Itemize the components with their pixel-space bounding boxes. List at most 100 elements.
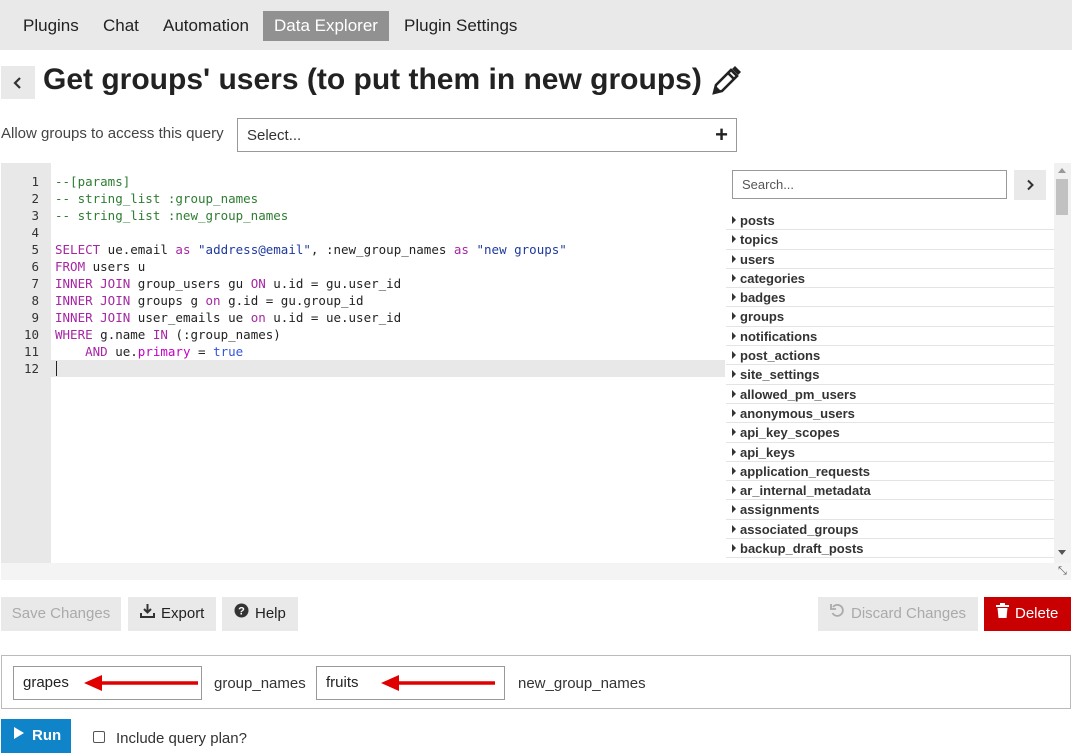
schema-table-name: application_requests bbox=[740, 463, 871, 479]
schema-table-name: topics bbox=[740, 232, 779, 248]
query-plan-label[interactable]: Include query plan? bbox=[116, 730, 247, 747]
schema-table-name: anonymous_users bbox=[740, 405, 855, 421]
caret-right-icon bbox=[732, 486, 736, 495]
new-group-names-value: fruits bbox=[326, 674, 359, 691]
play-icon bbox=[13, 719, 25, 753]
run-button[interactable]: Run bbox=[1, 719, 71, 753]
line-number: 10 bbox=[23, 327, 39, 342]
schema-table-item[interactable]: topics bbox=[726, 230, 1054, 250]
code-line: FROM users u bbox=[55, 259, 146, 274]
schema-table-item[interactable]: categories bbox=[726, 269, 1054, 289]
caret-right-icon bbox=[732, 524, 736, 533]
schema-table-name: ar_internal_metadata bbox=[740, 483, 871, 499]
schema-table-item[interactable]: backup_draft_posts bbox=[726, 539, 1054, 559]
delete-button[interactable]: Delete bbox=[984, 597, 1071, 631]
schema-table-item[interactable]: notifications bbox=[726, 327, 1054, 347]
line-number: 11 bbox=[23, 344, 39, 359]
page-title: Get groups' users (to put them in new gr… bbox=[43, 63, 702, 96]
line-number: 4 bbox=[31, 225, 39, 240]
line-number: 1 bbox=[31, 174, 39, 189]
code-line: -- string_list :new_group_names bbox=[55, 208, 289, 223]
schema-table-name: site_settings bbox=[740, 367, 820, 383]
annotation-arrow-icon bbox=[84, 675, 198, 691]
schema-table-item[interactable]: groups bbox=[726, 307, 1054, 327]
schema-panel: Search... posts topics users categories badg… bbox=[726, 163, 1071, 563]
tab-plugins[interactable]: Plugins bbox=[12, 11, 90, 41]
schema-table-list: posts topics users categories badges groups no… bbox=[726, 211, 1054, 559]
schema-table-item[interactable]: assignments bbox=[726, 500, 1054, 520]
schema-table-item[interactable]: post_actions bbox=[726, 346, 1054, 366]
resize-handle-icon[interactable]: ⤡ bbox=[1058, 565, 1067, 578]
schema-table-name: backup_draft_posts bbox=[740, 541, 864, 557]
line-number: 7 bbox=[31, 276, 39, 291]
scroll-up-icon[interactable] bbox=[1058, 168, 1066, 173]
schema-table-item[interactable]: api_keys bbox=[726, 443, 1054, 462]
scroll-down-icon[interactable] bbox=[1058, 550, 1066, 555]
caret-right-icon bbox=[732, 408, 736, 417]
caret-right-icon bbox=[732, 254, 736, 263]
schema-search-input[interactable]: Search... bbox=[732, 170, 1007, 199]
code-line: -- string_list :group_names bbox=[55, 191, 259, 206]
back-button[interactable] bbox=[1, 66, 35, 99]
schema-table-name: categories bbox=[740, 270, 806, 286]
help-label: Help bbox=[255, 605, 286, 622]
sql-editor[interactable]: 1 2 3 4 5 6 7 8 9 10 11 12 --[params] -- string_list… bbox=[1, 163, 725, 563]
editor-footer-bar bbox=[1, 563, 1071, 580]
caret-right-icon bbox=[732, 428, 736, 437]
schema-table-item[interactable]: application_requests bbox=[726, 462, 1054, 482]
schema-table-item[interactable]: users bbox=[726, 250, 1054, 269]
download-icon bbox=[140, 597, 155, 631]
discard-changes-button[interactable]: Discard Changes bbox=[818, 597, 979, 631]
chevron-right-icon bbox=[1027, 179, 1034, 191]
caret-right-icon bbox=[732, 466, 736, 475]
caret-right-icon bbox=[732, 505, 736, 514]
code-line: WHERE g.name IN (:group_names) bbox=[55, 327, 281, 342]
caret-right-icon bbox=[732, 331, 736, 340]
caret-right-icon bbox=[732, 389, 736, 398]
tab-automation[interactable]: Automation bbox=[152, 11, 260, 41]
schema-table-name: notifications bbox=[740, 328, 818, 344]
schema-table-item[interactable]: site_settings bbox=[726, 365, 1054, 385]
caret-right-icon bbox=[732, 216, 736, 224]
code-line: INNER JOIN group_users gu ON u.id = gu.u… bbox=[55, 276, 402, 291]
schema-table-item[interactable]: associated_groups bbox=[726, 520, 1054, 540]
caret-right-icon bbox=[732, 273, 736, 282]
tab-plugin-settings[interactable]: Plugin Settings bbox=[393, 11, 528, 41]
edit-title-button[interactable] bbox=[708, 64, 742, 98]
scroll-thumb[interactable] bbox=[1056, 179, 1068, 215]
run-label: Run bbox=[32, 727, 62, 744]
access-group-select[interactable]: Select... + bbox=[237, 118, 737, 152]
schema-table-name: post_actions bbox=[740, 348, 821, 364]
code-line: AND ue.primary = true bbox=[85, 344, 244, 359]
caret-right-icon bbox=[732, 351, 736, 360]
query-plan-checkbox[interactable] bbox=[93, 731, 105, 743]
line-number: 5 bbox=[31, 242, 39, 257]
caret-right-icon bbox=[732, 370, 736, 379]
schema-table-item[interactable]: api_key_scopes bbox=[726, 423, 1054, 443]
tab-chat[interactable]: Chat bbox=[92, 11, 150, 41]
svg-text:?: ? bbox=[238, 606, 245, 618]
caret-right-icon bbox=[732, 447, 736, 456]
schema-table-item[interactable]: ar_internal_metadata bbox=[726, 481, 1054, 501]
caret-right-icon bbox=[732, 235, 736, 244]
new-group-names-label: new_group_names bbox=[518, 675, 646, 692]
export-button[interactable]: Export bbox=[128, 597, 217, 631]
help-button[interactable]: ? Help bbox=[222, 597, 298, 631]
schema-table-name: api_keys bbox=[740, 444, 795, 460]
tab-data-explorer[interactable]: Data Explorer bbox=[263, 11, 389, 41]
schema-table-item[interactable]: allowed_pm_users bbox=[726, 385, 1054, 404]
schema-table-name: badges bbox=[740, 290, 786, 306]
plus-icon: + bbox=[715, 122, 728, 147]
schema-table-name: assignments bbox=[740, 502, 820, 518]
code-line: INNER JOIN groups g on g.id = gu.group_i… bbox=[55, 293, 364, 308]
schema-table-name: api_key_scopes bbox=[740, 425, 840, 441]
schema-collapse-button[interactable] bbox=[1014, 170, 1046, 200]
schema-table-item[interactable]: badges bbox=[726, 288, 1054, 308]
access-label: Allow groups to access this query bbox=[1, 125, 224, 142]
save-changes-button[interactable]: Save Changes bbox=[1, 597, 121, 631]
schema-table-item[interactable]: anonymous_users bbox=[726, 404, 1054, 424]
schema-table-name: posts bbox=[740, 213, 775, 228]
schema-scrollbar[interactable] bbox=[1054, 163, 1071, 563]
caret-right-icon bbox=[732, 293, 736, 302]
schema-table-item[interactable]: posts bbox=[726, 211, 1054, 231]
